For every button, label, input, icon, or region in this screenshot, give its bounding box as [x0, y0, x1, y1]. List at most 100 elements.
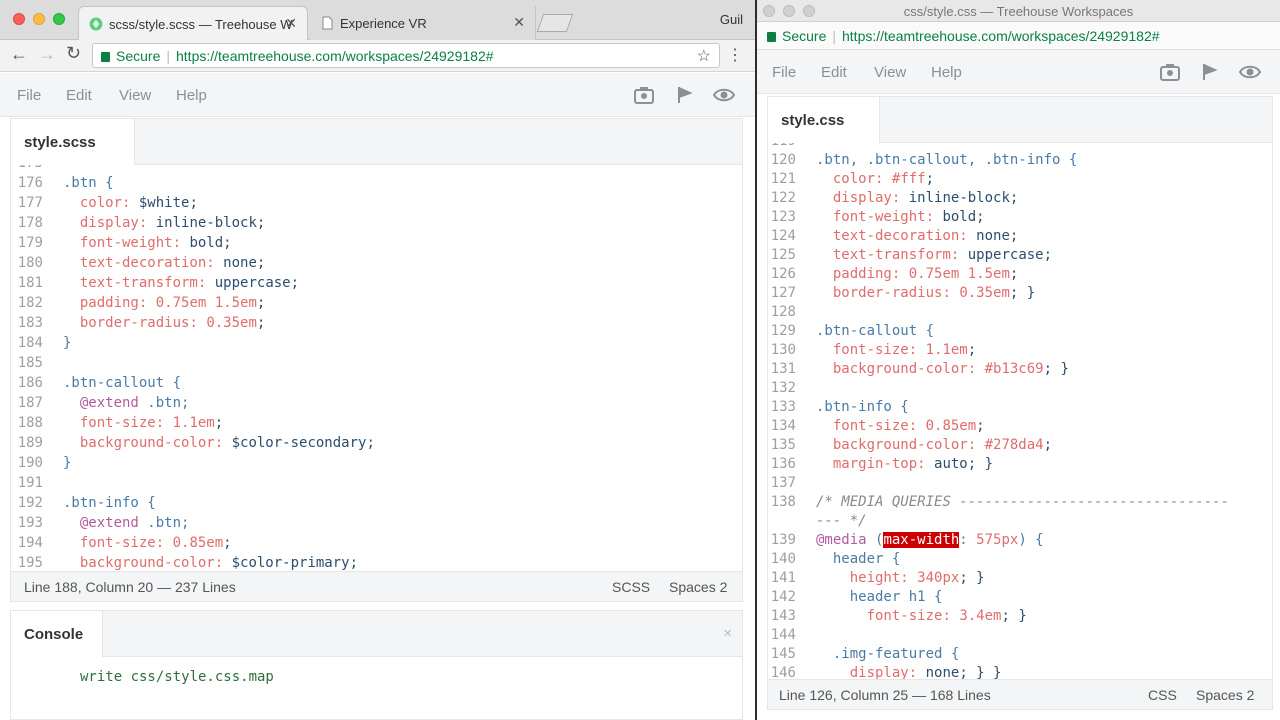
language-mode[interactable]: SCSS	[612, 579, 650, 595]
line-number: 141	[770, 570, 796, 586]
forward-arrow-icon[interactable]: →	[38, 44, 56, 65]
new-tab-button[interactable]	[536, 14, 574, 32]
menu-icon[interactable]: ⋮	[727, 45, 743, 65]
line-number: 124	[770, 228, 796, 244]
close-window-button[interactable]	[13, 13, 25, 25]
indent-setting[interactable]: Spaces 2	[1196, 687, 1254, 703]
code-line: background-color: #278da4;	[832, 437, 1053, 453]
line-number: 132	[770, 380, 796, 396]
code-line: font-size: 0.85em;	[79, 535, 232, 551]
menu-edit[interactable]: Edit	[66, 87, 92, 104]
share-icon[interactable]	[1200, 62, 1220, 82]
code-line: text-transform: uppercase;	[832, 247, 1053, 263]
profile-name[interactable]: Guil	[720, 12, 743, 27]
line-number: 123	[770, 209, 796, 225]
code-line: text-decoration: none;	[79, 255, 266, 271]
camera-icon[interactable]	[1160, 62, 1180, 82]
console-panel: Console × write css/style.css.map	[10, 610, 743, 720]
eye-icon[interactable]	[713, 85, 735, 105]
editor-panel: style.css 119 120 .btn, .btn-callout, .btn…	[767, 96, 1273, 710]
editor-panel: style.scss 175 176 .btn {177 color: $white…	[10, 118, 743, 602]
line-number: 128	[770, 304, 796, 320]
code-line: .btn-callout {	[63, 375, 182, 391]
share-icon[interactable]	[675, 85, 695, 105]
indent-setting[interactable]: Spaces 2	[669, 579, 727, 595]
code-line: @extend .btn;	[79, 515, 190, 531]
menu-edit[interactable]: Edit	[821, 64, 847, 81]
line-number: 175	[11, 165, 43, 171]
code-line: @media (max-width: 575px) {	[816, 532, 1044, 548]
code-line: .btn-info {	[63, 495, 156, 511]
line-number: 192	[17, 495, 43, 511]
code-line: --- */	[816, 513, 867, 529]
address-bar[interactable]: Secure | https://teamtreehouse.com/workspa…	[92, 43, 720, 68]
code-line: color: $white;	[79, 195, 198, 211]
menu-file[interactable]: File	[17, 87, 41, 104]
code-line: header {	[816, 551, 901, 567]
code-editor[interactable]: 175 176 .btn {177 color: $white; 178 displa…	[11, 165, 742, 571]
code-line: font-size: 0.85em;	[832, 418, 985, 434]
zoom-window-button[interactable]	[53, 13, 65, 25]
close-window-button[interactable]	[763, 5, 775, 17]
camera-icon[interactable]	[634, 85, 654, 105]
menu-view[interactable]: View	[119, 87, 151, 104]
code-line: @extend .btn;	[79, 395, 190, 411]
code-line: height: 340px; }	[849, 570, 985, 586]
star-icon[interactable]: ☆	[697, 46, 711, 66]
line-number: 190	[17, 455, 43, 471]
line-number: 119	[768, 143, 796, 149]
code-line: display: inline-block;	[79, 215, 266, 231]
separator: |	[832, 28, 836, 44]
file-tab-style-scss[interactable]: style.scss	[11, 119, 135, 165]
line-number: 188	[17, 415, 43, 431]
line-number: 120	[770, 152, 796, 168]
code-line: font-size: 1.1em;	[79, 415, 224, 431]
line-number: 178	[17, 215, 43, 231]
reload-icon[interactable]: ↻	[66, 43, 81, 64]
tab-scss-style[interactable]: scss/style.scss — Treehouse W ✕	[78, 6, 308, 40]
right-browser-window: css/style.css — Treehouse Workspaces Sec…	[757, 0, 1280, 720]
zoom-window-button[interactable]	[803, 5, 815, 17]
line-number: 194	[17, 535, 43, 551]
minimize-window-button[interactable]	[33, 13, 45, 25]
menu-help[interactable]: Help	[931, 64, 962, 81]
code-line: header h1 {	[816, 589, 943, 605]
menu-help[interactable]: Help	[176, 87, 207, 104]
address-bar[interactable]: Secure | https://teamtreehouse.com/workspa…	[757, 22, 1280, 50]
eye-icon[interactable]	[1239, 62, 1261, 82]
line-number: 189	[17, 435, 43, 451]
file-tab-style-css[interactable]: style.css	[768, 97, 880, 143]
close-icon[interactable]: ×	[723, 625, 732, 642]
menu-file[interactable]: File	[772, 64, 796, 81]
code-line: background-color: #b13c69; }	[832, 361, 1069, 377]
code-line: background-color: $color-primary;	[79, 555, 359, 571]
file-tabs: style.css	[768, 97, 1272, 143]
close-icon[interactable]: ✕	[513, 14, 525, 31]
back-arrow-icon[interactable]: ←	[10, 44, 28, 65]
code-line: padding: 0.75em 1.5em;	[832, 266, 1019, 282]
language-mode[interactable]: CSS	[1148, 687, 1177, 703]
line-number: 179	[17, 235, 43, 251]
console-tab[interactable]: Console	[11, 611, 103, 657]
code-editor[interactable]: 119 120 .btn, .btn-callout, .btn-info {121…	[768, 143, 1272, 681]
tab-title: Experience VR	[340, 16, 427, 31]
tab-title: scss/style.scss — Treehouse W	[109, 17, 293, 32]
line-number: 139	[770, 532, 796, 548]
close-icon[interactable]: ✕	[285, 15, 297, 32]
line-number: 184	[17, 335, 43, 351]
line-number: 121	[770, 171, 796, 187]
lock-icon	[767, 32, 776, 42]
line-number: 177	[17, 195, 43, 211]
tab-experience-vr[interactable]: Experience VR ✕	[310, 6, 536, 40]
minimize-window-button[interactable]	[783, 5, 795, 17]
menu-view[interactable]: View	[874, 64, 906, 81]
console-output: write css/style.css.map	[80, 669, 274, 685]
code-line: .img-featured {	[816, 646, 960, 662]
code-line: font-weight: bold;	[79, 235, 232, 251]
line-number: 136	[770, 456, 796, 472]
line-number: 133	[770, 399, 796, 415]
line-number: 183	[17, 315, 43, 331]
code-line: /* MEDIA QUERIES -----------------------…	[816, 494, 1230, 510]
code-line: font-weight: bold;	[832, 209, 985, 225]
treehouse-favicon-icon	[89, 17, 103, 31]
